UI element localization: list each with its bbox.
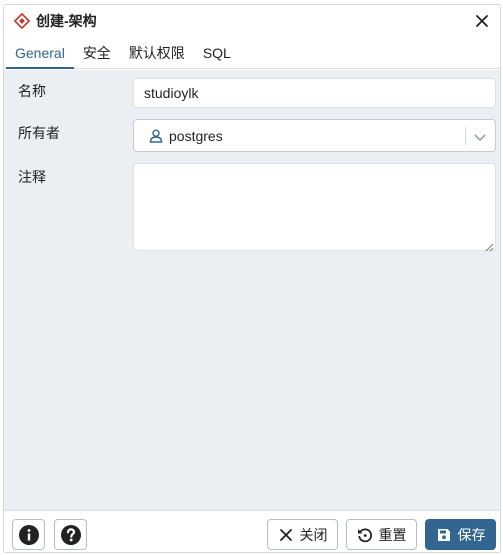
info-button[interactable] [12,519,45,550]
select-separator [465,127,466,145]
close-button-label: 关闭 [299,526,328,543]
save-button-label: 保存 [457,526,486,543]
name-label: 名称 [18,83,46,99]
name-input-value: studioylk [144,85,199,101]
save-button[interactable]: 保存 [425,519,496,550]
owner-label: 所有者 [18,125,60,141]
user-icon [148,128,164,144]
tab-security[interactable]: 安全 [74,37,120,68]
tab-default-privileges[interactable]: 默认权限 [120,37,194,68]
reset-button[interactable]: 重置 [346,519,417,550]
tab-general[interactable]: General [6,37,74,69]
tab-bar: General 安全 默认权限 SQL [4,37,500,69]
dialog-titlebar: 创建-架构 [4,5,500,37]
owner-select-value: postgres [169,127,223,144]
schema-diamond-icon [14,13,30,29]
dialog-footer: 关闭 重置 保存 [4,510,500,552]
dialog-title: 创建-架构 [36,13,97,29]
comment-label: 注释 [18,169,46,185]
owner-select[interactable]: postgres [133,119,496,152]
name-input[interactable]: studioylk [133,78,496,108]
resize-grip-icon[interactable] [484,239,494,252]
chevron-down-icon[interactable] [472,129,488,145]
tab-sql[interactable]: SQL [194,37,240,68]
save-icon [436,527,452,543]
help-button[interactable] [54,519,87,550]
reset-button-label: 重置 [378,526,407,543]
close-icon[interactable] [472,11,492,31]
info-icon [18,524,40,546]
create-schema-dialog: 创建-架构 General 安全 默认权限 SQL 名称 studioylk 所… [3,4,501,553]
reset-icon [357,527,373,543]
help-icon [60,524,82,546]
comment-textarea[interactable] [133,163,496,252]
close-button[interactable]: 关闭 [267,519,338,550]
close-icon [278,527,294,543]
